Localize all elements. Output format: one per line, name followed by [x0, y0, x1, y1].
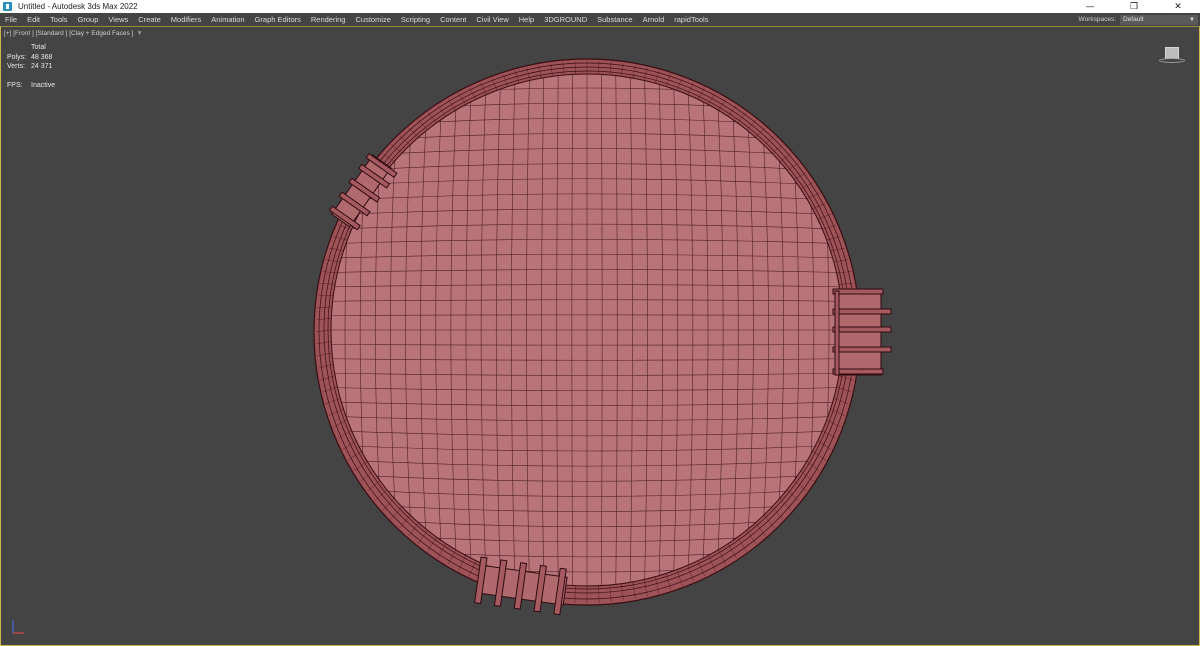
maximize-button[interactable]: ❐	[1112, 0, 1156, 13]
menu-content[interactable]: Content	[435, 15, 471, 24]
menu-rapidtools[interactable]: rapidTools	[669, 15, 713, 24]
axis-gizmo-icon	[12, 620, 24, 634]
window-title: Untitled - Autodesk 3ds Max 2022	[18, 2, 138, 11]
menu-tools[interactable]: Tools	[45, 15, 73, 24]
stats-verts-value: 24 371	[31, 63, 53, 71]
close-button[interactable]: ✕	[1156, 0, 1200, 13]
menu-substance[interactable]: Substance	[592, 15, 637, 24]
viewcube-ring[interactable]	[1159, 58, 1185, 63]
stats-polys-value: 48 368	[31, 53, 53, 61]
statistics-overlay: Total Polys: 48 368 Verts: 24 371 FPS: I…	[7, 43, 55, 90]
viewport-label[interactable]: [+] [Front ] [Standard ] [Clay + Edged F…	[4, 30, 143, 37]
stats-fps-label: FPS:	[7, 81, 23, 89]
menu-animation[interactable]: Animation	[206, 15, 249, 24]
workspaces-dropdown[interactable]: Default ▼	[1120, 14, 1198, 25]
viewcube-icon[interactable]	[1159, 45, 1185, 65]
menu-arnold[interactable]: Arnold	[638, 15, 670, 24]
menu-help[interactable]: Help	[514, 15, 539, 24]
minimize-button[interactable]: —	[1068, 0, 1112, 13]
menu-3dground[interactable]: 3DGROUND	[539, 15, 592, 24]
stats-total-header: Total	[31, 44, 46, 52]
workspaces-label: Workspaces:	[1078, 16, 1116, 23]
viewport-label-text[interactable]: [+] [Front ] [Standard ] [Clay + Edged F…	[4, 30, 133, 37]
menu-customize[interactable]: Customize	[350, 15, 395, 24]
menu-scripting[interactable]: Scripting	[396, 15, 435, 24]
front-viewport[interactable]: [+] [Front ] [Standard ] [Clay + Edged F…	[0, 26, 1200, 646]
bracket-right	[832, 288, 892, 376]
menu-group[interactable]: Group	[73, 15, 104, 24]
window-controls: — ❐ ✕	[1068, 0, 1200, 13]
menu-bar: File Edit Tools Group Views Create Modif…	[0, 13, 1200, 26]
menu-modifiers[interactable]: Modifiers	[166, 15, 206, 24]
funnel-icon[interactable]: ▼	[136, 30, 142, 37]
menu-file[interactable]: File	[0, 15, 22, 24]
menu-rendering[interactable]: Rendering	[306, 15, 351, 24]
stats-fps-value: Inactive	[31, 81, 56, 89]
menu-views[interactable]: Views	[103, 15, 133, 24]
mesh-render[interactable]	[1, 27, 1199, 645]
stats-verts-label: Verts:	[7, 63, 25, 71]
chevron-down-icon: ▼	[1189, 16, 1195, 23]
menu-edit[interactable]: Edit	[22, 15, 45, 24]
menu-civil-view[interactable]: Civil View	[471, 15, 513, 24]
stats-polys-label: Polys:	[7, 53, 27, 61]
title-bar: Untitled - Autodesk 3ds Max 2022 — ❐ ✕	[0, 0, 1200, 13]
3dsmax-icon	[3, 2, 12, 11]
menu-create[interactable]: Create	[133, 15, 166, 24]
menu-graph-editors[interactable]: Graph Editors	[250, 15, 306, 24]
workspaces-value: Default	[1123, 15, 1144, 23]
workspaces-selector: Workspaces: Default ▼	[1079, 13, 1200, 26]
